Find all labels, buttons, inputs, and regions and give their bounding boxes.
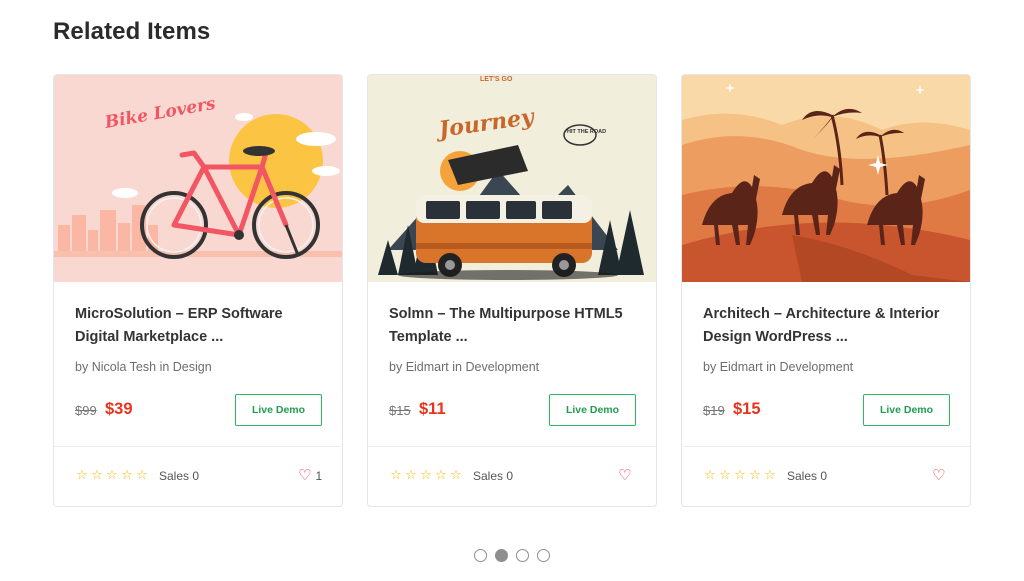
old-price: $19 xyxy=(703,403,725,418)
section-title: Related Items xyxy=(53,18,211,45)
star-icon[interactable]: ☆ xyxy=(449,468,463,482)
favorite-button[interactable]: ♡ xyxy=(932,468,949,483)
favorite-button[interactable]: ♡ 1 xyxy=(298,468,322,483)
star-icon[interactable]: ☆ xyxy=(703,468,717,482)
favorite-count: 1 xyxy=(315,468,323,483)
in-label: in xyxy=(159,360,170,374)
heart-icon[interactable]: ♡ xyxy=(932,468,945,483)
thumb-badge: HIT THE ROAD xyxy=(567,129,606,135)
rating-stars[interactable]: ☆ ☆ ☆ ☆ ☆ xyxy=(75,468,149,482)
old-price: $99 xyxy=(75,403,97,418)
product-title[interactable]: MicroSolution – ERP Software Digital Mar… xyxy=(75,303,325,349)
by-label: by xyxy=(703,360,717,374)
category-link[interactable]: Development xyxy=(465,360,539,374)
sales-count: Sales 0 xyxy=(473,469,514,483)
heart-icon[interactable]: ♡ xyxy=(618,468,631,483)
live-demo-button[interactable]: Live Demo xyxy=(235,394,322,426)
star-icon[interactable]: ☆ xyxy=(75,468,89,482)
rating-stars[interactable]: ☆ ☆ ☆ ☆ ☆ xyxy=(389,468,463,482)
new-price: $15 xyxy=(733,400,761,418)
product-thumbnail[interactable] xyxy=(682,75,970,282)
star-icon[interactable]: ☆ xyxy=(419,468,433,482)
product-byline: by Eidmart in Development xyxy=(389,360,539,374)
journey-van-illustration: Journey LET'S GO HIT THE ROAD xyxy=(368,75,656,282)
star-icon[interactable]: ☆ xyxy=(748,468,762,482)
desert-caravan-illustration xyxy=(682,75,970,282)
sales-count: Sales 0 xyxy=(159,469,200,483)
star-icon[interactable]: ☆ xyxy=(120,468,134,482)
in-label: in xyxy=(766,360,776,374)
in-label: in xyxy=(452,360,462,374)
rating-stars[interactable]: ☆ ☆ ☆ ☆ ☆ xyxy=(703,468,777,482)
carousel-pagination xyxy=(474,549,550,562)
new-price: $11 xyxy=(419,400,446,418)
star-icon[interactable]: ☆ xyxy=(404,468,418,482)
product-thumbnail[interactable]: Bike Lovers xyxy=(54,75,342,282)
star-icon[interactable]: ☆ xyxy=(718,468,732,482)
star-icon[interactable]: ☆ xyxy=(90,468,104,482)
pagination-dot[interactable] xyxy=(537,549,550,562)
by-label: by xyxy=(75,360,89,374)
live-demo-button[interactable]: Live Demo xyxy=(549,394,636,426)
sales-count: Sales 0 xyxy=(787,469,828,483)
card-divider xyxy=(682,446,970,447)
product-card[interactable]: Architech – Architecture & Interior Desi… xyxy=(681,74,971,507)
product-byline: by Eidmart in Development xyxy=(703,360,853,374)
thumb-text-top: LET'S GO xyxy=(480,76,513,83)
star-icon[interactable]: ☆ xyxy=(733,468,747,482)
new-price: $39 xyxy=(105,400,133,418)
category-link[interactable]: Development xyxy=(779,360,853,374)
heart-icon[interactable]: ♡ xyxy=(298,468,311,483)
live-demo-button[interactable]: Live Demo xyxy=(863,394,950,426)
star-icon[interactable]: ☆ xyxy=(105,468,119,482)
bike-lovers-illustration: Bike Lovers xyxy=(54,75,342,282)
pagination-dot[interactable] xyxy=(516,549,529,562)
product-title[interactable]: Solmn – The Multipurpose HTML5 Template … xyxy=(389,303,639,349)
product-thumbnail[interactable]: Journey LET'S GO HIT THE ROAD xyxy=(368,75,656,282)
author-link[interactable]: Nicola Tesh xyxy=(92,360,156,374)
star-icon[interactable]: ☆ xyxy=(763,468,777,482)
star-icon[interactable]: ☆ xyxy=(434,468,448,482)
pagination-dot[interactable] xyxy=(474,549,487,562)
category-link[interactable]: Design xyxy=(173,360,212,374)
product-card[interactable]: Bike Lovers MicroSolution – ERP Software… xyxy=(53,74,343,507)
card-divider xyxy=(368,446,656,447)
star-icon[interactable]: ☆ xyxy=(135,468,149,482)
star-icon[interactable]: ☆ xyxy=(389,468,403,482)
pagination-dot-active[interactable] xyxy=(495,549,508,562)
card-divider xyxy=(54,446,342,447)
author-link[interactable]: Eidmart xyxy=(720,360,763,374)
product-card[interactable]: Journey LET'S GO HIT THE ROAD Solmn – Th… xyxy=(367,74,657,507)
by-label: by xyxy=(389,360,403,374)
old-price: $15 xyxy=(389,403,411,418)
product-byline: by Nicola Tesh in Design xyxy=(75,360,212,374)
favorite-button[interactable]: ♡ xyxy=(618,468,635,483)
author-link[interactable]: Eidmart xyxy=(406,360,449,374)
product-title[interactable]: Architech – Architecture & Interior Desi… xyxy=(703,303,953,349)
